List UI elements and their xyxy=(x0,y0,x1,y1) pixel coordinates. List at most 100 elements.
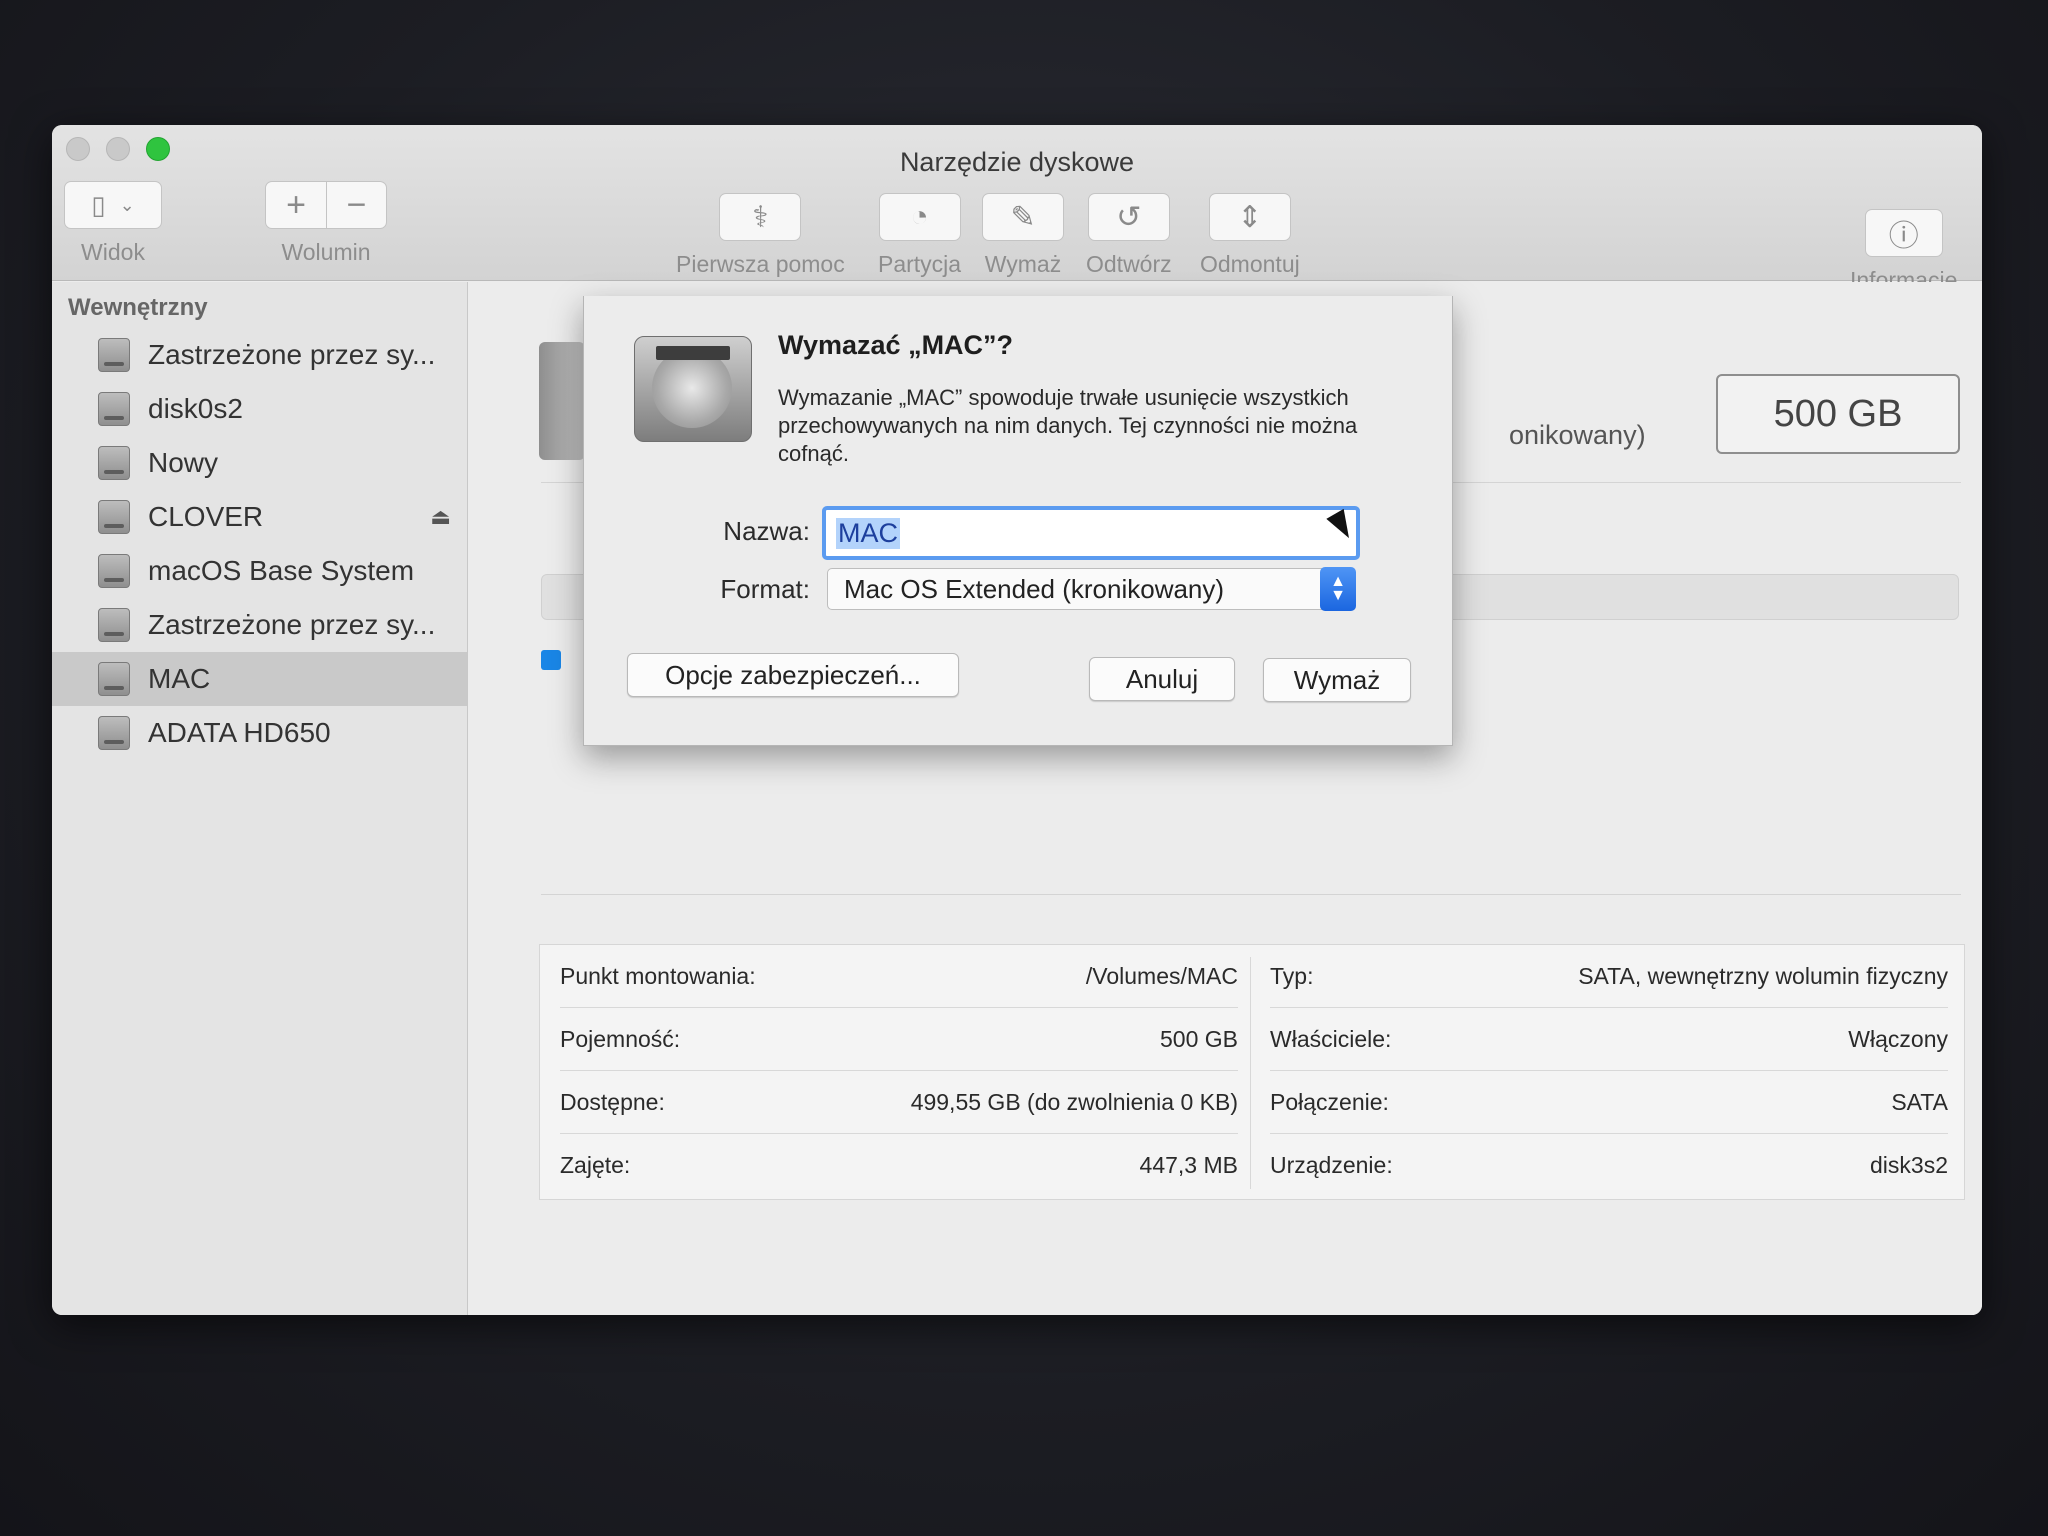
first-aid-tool[interactable]: ⚕ Pierwsza pomoc xyxy=(676,193,845,278)
disk-icon xyxy=(98,338,130,372)
name-field-label: Nazwa: xyxy=(723,516,810,546)
volume-size-badge: 500 GB xyxy=(1716,374,1960,454)
info-row-owners: Właściciele: Włączony xyxy=(1270,1008,1948,1071)
erase-label: Wymaż xyxy=(984,251,1062,277)
chevron-down-icon: ⌄ xyxy=(119,194,135,215)
info-label: Typ: xyxy=(1270,962,1314,989)
info-row-device: Urządzenie: disk3s2 xyxy=(1270,1134,1948,1197)
hard-drive-icon xyxy=(634,328,752,446)
info-value: 500 GB xyxy=(1160,1025,1238,1052)
info-label: Dostępne: xyxy=(560,1088,665,1115)
volume-info-table: Punkt montowania: /Volumes/MAC Pojemność… xyxy=(539,944,1965,1200)
used-space-legend-swatch xyxy=(541,650,561,670)
security-options-button[interactable]: Opcje zabezpieczeń... xyxy=(627,653,959,697)
info-row-used: Zajęte: 447,3 MB xyxy=(560,1134,1238,1197)
window-title: Narzędzie dyskowe xyxy=(899,147,1135,177)
updown-chevron-icon[interactable]: ▲ ▼ xyxy=(1320,567,1356,611)
sidebar-item-reserved-2[interactable]: Zastrzeżone przez sy... xyxy=(52,598,467,652)
sidebar-item-mac[interactable]: MAC xyxy=(52,652,467,706)
restore-icon[interactable]: ↺ xyxy=(1087,193,1170,241)
disk-icon xyxy=(98,608,130,642)
sidebar-item-label: disk0s2 xyxy=(148,393,243,424)
sidebar-section-internal: Wewnętrzny xyxy=(68,294,208,321)
info-value: 499,55 GB (do zwolnienia 0 KB) xyxy=(910,1088,1238,1115)
section-divider xyxy=(541,894,1961,895)
disk-icon xyxy=(98,500,130,534)
sidebar-item-label: Nowy xyxy=(148,447,219,478)
restore-tool[interactable]: ↺ Odtwórz xyxy=(1086,193,1172,278)
info-value: Włączony xyxy=(1848,1025,1948,1052)
info-label: Pojemność: xyxy=(560,1025,681,1052)
info-row-available: Dostępne: 499,55 GB (do zwolnienia 0 KB) xyxy=(560,1071,1238,1134)
volume-segmented-control: + − xyxy=(265,181,387,229)
info-value: /Volumes/MAC xyxy=(1085,962,1238,989)
erase-sheet-dialog: Wymazać „MAC”? Wymazanie „MAC” spowoduje… xyxy=(583,296,1453,746)
dialog-title: Wymazać „MAC”? xyxy=(778,330,1014,360)
volume-label: Wolumin xyxy=(281,239,371,265)
sidebar-item-reserved-1[interactable]: Zastrzeżone przez sy... xyxy=(52,328,467,382)
sidebar: Wewnętrzny Zastrzeżone przez sy... disk0… xyxy=(52,282,468,1315)
unmount-tool[interactable]: ⇕ Odmontuj xyxy=(1200,193,1300,278)
info-row-capacity: Pojemność: 500 GB xyxy=(560,1008,1238,1071)
info-value: 447,3 MB xyxy=(1139,1152,1238,1178)
unmount-label: Odmontuj xyxy=(1200,251,1300,277)
sidebar-item-label: macOS Base System xyxy=(148,555,415,586)
format-select-value: Mac OS Extended (kronikowany) xyxy=(844,573,1225,604)
info-icon[interactable]: ⓘ xyxy=(1864,209,1943,257)
erase-tool[interactable]: ✎ Wymaż xyxy=(982,193,1064,278)
info-value: SATA xyxy=(1891,1088,1948,1115)
format-field-label: Format: xyxy=(720,574,810,604)
info-label: Właściciele: xyxy=(1270,1025,1392,1052)
disk-icon xyxy=(98,392,130,426)
view-label: Widok xyxy=(81,239,145,265)
partition-pie-icon[interactable]: ◔ xyxy=(878,193,961,241)
unmount-icon[interactable]: ⇕ xyxy=(1208,193,1291,241)
format-select[interactable]: Mac OS Extended (kronikowany) ▲ ▼ xyxy=(827,567,1356,611)
sidebar-item-label: ADATA HD650 xyxy=(148,717,331,748)
partition-tool[interactable]: ◔ Partycja xyxy=(878,193,961,278)
cancel-button[interactable]: Anuluj xyxy=(1089,657,1235,701)
sidebar-item-label: CLOVER xyxy=(148,501,264,532)
remove-volume-button[interactable]: − xyxy=(326,182,386,228)
erase-button[interactable]: Wymaż xyxy=(1263,658,1411,702)
sidebar-item-clover[interactable]: CLOVER ⏏ xyxy=(52,490,467,544)
name-field[interactable]: MAC xyxy=(822,506,1360,560)
sidebar-item-label: Zastrzeżone przez sy... xyxy=(148,609,436,640)
disk-icon xyxy=(98,446,130,480)
info-row-connection: Połączenie: SATA xyxy=(1270,1071,1948,1134)
name-field-value: MAC xyxy=(836,517,900,549)
sidebar-item-adata-hd650[interactable]: ADATA HD650 xyxy=(52,706,467,760)
info-column-left: Punkt montowania: /Volumes/MAC Pojemność… xyxy=(560,945,1238,1197)
eject-icon[interactable]: ⏏ xyxy=(430,504,451,530)
info-column-right: Typ: SATA, wewnętrzny wolumin fizyczny W… xyxy=(1270,945,1948,1197)
view-menu-button[interactable]: ▯ ⌄ xyxy=(64,181,162,229)
info-label: Punkt montowania: xyxy=(560,962,756,989)
info-row-mount-point: Punkt montowania: /Volumes/MAC xyxy=(560,945,1238,1008)
disk-icon xyxy=(98,554,130,588)
info-label: Połączenie: xyxy=(1270,1088,1389,1115)
info-value: disk3s2 xyxy=(1870,1152,1948,1178)
info-row-type: Typ: SATA, wewnętrzny wolumin fizyczny xyxy=(1270,945,1948,1008)
sidebar-item-disk0s2[interactable]: disk0s2 xyxy=(52,382,467,436)
add-volume-button[interactable]: + xyxy=(266,182,326,228)
first-aid-label: Pierwsza pomoc xyxy=(676,251,845,277)
sidebar-item-label: Zastrzeżone przez sy... xyxy=(148,339,436,370)
info-value: SATA, wewnętrzny wolumin fizyczny xyxy=(1578,962,1948,989)
sidebar-item-macos-base-system[interactable]: macOS Base System xyxy=(52,544,467,598)
titlebar: Narzędzie dyskowe ▯ ⌄ Widok + − Wolumin … xyxy=(52,125,1982,293)
volume-disk-icon xyxy=(539,342,585,460)
restore-label: Odtwórz xyxy=(1086,251,1172,277)
erase-icon[interactable]: ✎ xyxy=(982,193,1064,241)
sidebar-icon: ▯ xyxy=(91,189,106,220)
info-label: Urządzenie: xyxy=(1270,1152,1393,1178)
disk-icon xyxy=(98,716,130,750)
sidebar-item-label: MAC xyxy=(148,663,211,694)
info-column-separator xyxy=(1250,957,1251,1189)
volume-format-partial: onikowany) xyxy=(1509,420,1646,450)
stethoscope-icon[interactable]: ⚕ xyxy=(719,193,802,241)
disk-icon xyxy=(98,662,130,696)
dialog-message: Wymazanie „MAC” spowoduje trwałe usunięc… xyxy=(778,385,1358,466)
view-control[interactable]: ▯ ⌄ Widok xyxy=(64,181,162,266)
volume-control: + − Wolumin xyxy=(265,181,387,266)
sidebar-item-nowy[interactable]: Nowy xyxy=(52,436,467,490)
